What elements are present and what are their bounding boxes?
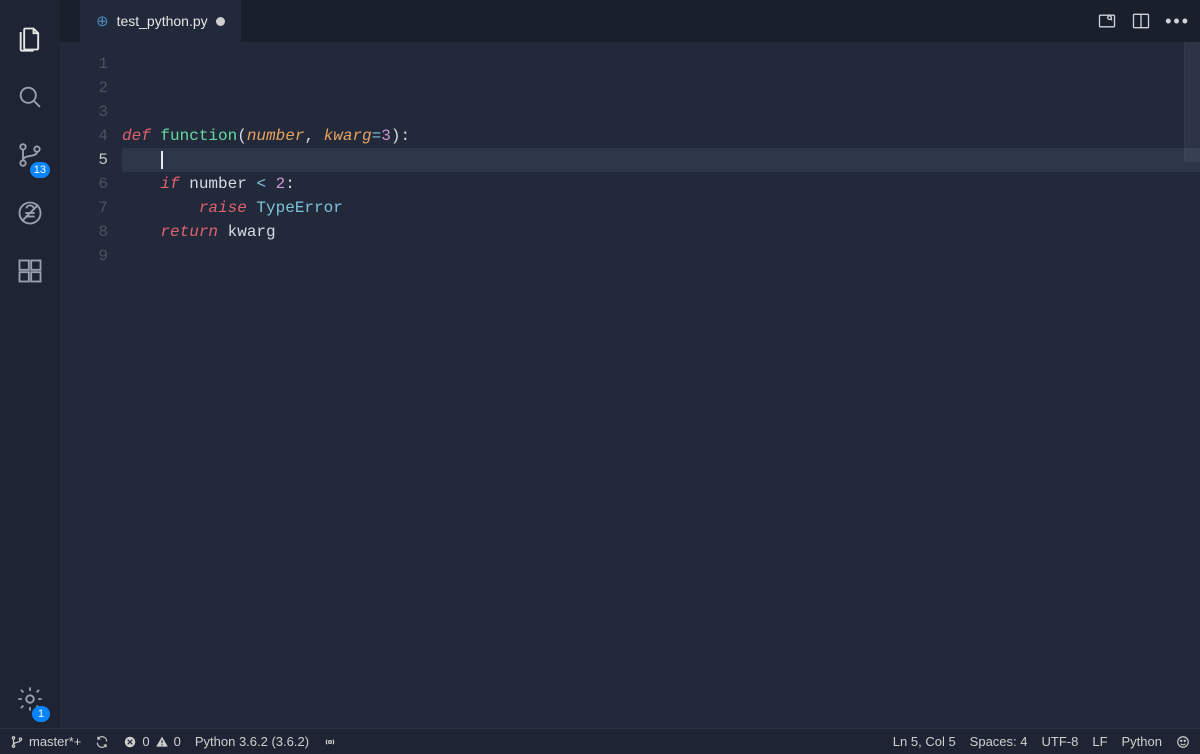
line-number: 5 [60,148,108,172]
no-bug-icon [16,199,44,227]
git-branch-status[interactable]: master*+ [10,734,81,749]
encoding-status[interactable]: UTF-8 [1042,734,1079,749]
minimap[interactable] [1184,42,1200,162]
debug-activity[interactable] [0,184,60,242]
line-number: 2 [60,76,108,100]
live-share-status[interactable] [323,735,337,749]
extensions-icon [16,257,44,285]
line-number-gutter: 1 2 3 4 5 6 7 8 9 [60,42,122,728]
cursor-position: Ln 5, Col 5 [893,734,956,749]
encoding: UTF-8 [1042,734,1079,749]
sync-status[interactable] [95,735,109,749]
line-number: 4 [60,124,108,148]
warning-icon [155,735,169,749]
code-line: raise TypeError [122,196,1200,220]
branch-name: master*+ [29,734,81,749]
problems-status[interactable]: 0 0 [123,734,180,749]
settings-activity[interactable]: 1 [0,670,60,728]
code-content[interactable]: def function(number, kwarg=3): if number… [122,42,1200,728]
settings-badge: 1 [32,706,50,722]
line-number: 7 [60,196,108,220]
line-number: 9 [60,244,108,268]
sync-icon [95,735,109,749]
python-interpreter-status[interactable]: Python 3.6.2 (3.6.2) [195,734,309,749]
activity-bar: 13 1 [0,0,60,728]
editor-top-actions: ••• [1097,0,1190,42]
cursor-position-status[interactable]: Ln 5, Col 5 [893,734,956,749]
text-cursor [161,151,163,169]
python-version: Python 3.6.2 (3.6.2) [195,734,309,749]
editor-tab[interactable]: ⊕ test_python.py [80,0,241,42]
scm-badge: 13 [30,162,50,178]
code-line [122,76,1200,100]
line-number: 3 [60,100,108,124]
branch-icon [10,735,24,749]
indentation: Spaces: 4 [970,734,1028,749]
dirty-indicator-icon [216,17,225,26]
eol: LF [1092,734,1107,749]
warning-count: 0 [174,734,181,749]
split-editor-button[interactable] [1131,11,1151,31]
editor-area: ⊕ test_python.py ••• 1 2 3 [60,0,1200,728]
language-mode-status[interactable]: Python [1122,734,1162,749]
status-bar: master*+ 0 0 Python 3.6.2 (3.6.2) Ln 5, … [0,728,1200,754]
tab-filename: test_python.py [117,13,208,29]
code-line [122,148,1200,172]
eol-status[interactable]: LF [1092,734,1107,749]
code-line: def function(number, kwarg=3): [122,124,1200,148]
line-number: 6 [60,172,108,196]
code-line [122,244,1200,268]
code-line: if number < 2: [122,172,1200,196]
code-line [122,52,1200,76]
more-actions-button[interactable]: ••• [1165,11,1190,32]
line-number: 8 [60,220,108,244]
error-count: 0 [142,734,149,749]
python-file-icon: ⊕ [96,14,109,29]
explorer-activity[interactable] [0,10,60,68]
scm-activity[interactable]: 13 [0,126,60,184]
toggle-preview-button[interactable] [1097,11,1117,31]
preview-icon [1097,11,1117,31]
line-number: 1 [60,52,108,76]
code-line: return kwarg [122,220,1200,244]
language-mode: Python [1122,734,1162,749]
tabs-row: ⊕ test_python.py ••• [60,0,1200,42]
search-icon [16,83,44,111]
code-line [122,100,1200,124]
indentation-status[interactable]: Spaces: 4 [970,734,1028,749]
ellipsis-icon: ••• [1165,11,1190,32]
error-icon [123,735,137,749]
feedback-status[interactable] [1176,735,1190,749]
extensions-activity[interactable] [0,242,60,300]
broadcast-icon [323,735,337,749]
files-icon [16,25,44,53]
split-icon [1131,11,1151,31]
code-editor[interactable]: 1 2 3 4 5 6 7 8 9 def function(number, k… [60,42,1200,728]
smiley-icon [1176,735,1190,749]
search-activity[interactable] [0,68,60,126]
